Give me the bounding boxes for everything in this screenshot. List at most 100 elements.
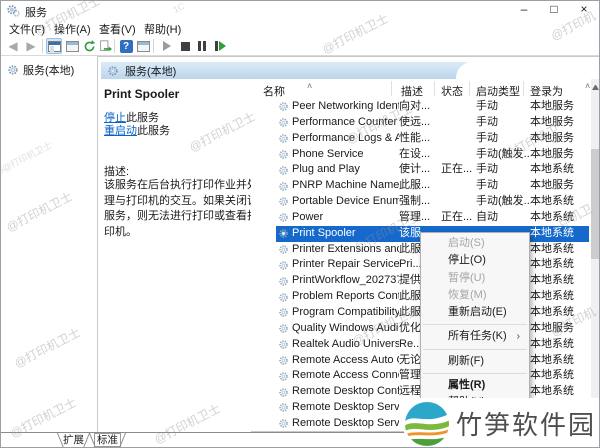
services-app-icon [7,5,20,17]
tree-item-label: 服务(本地) [23,65,75,77]
properties-window-icon[interactable] [64,38,80,54]
pane-header: 服务(本地) [101,62,591,79]
cell-logon: 本地系统 [530,195,574,208]
refresh-icon[interactable] [81,38,97,54]
restart-service-icon[interactable] [212,38,228,54]
close-button[interactable]: × [569,1,599,20]
cell-name: Printer Extensions and N... [276,242,399,258]
cell-desc: 使远... [399,115,431,128]
cell-logon: 本地系统 [530,369,574,382]
table-row[interactable]: Phone Service 在设... 手动(触发... 本地服务 [276,147,589,163]
menu-file[interactable]: 文件(F) [9,21,45,37]
col-header-name[interactable]: 名称 [263,83,285,99]
window-title: 服务 [25,7,47,19]
cell-startup: 手动 [476,115,498,128]
tab-extended[interactable]: 扩展 [57,433,90,447]
col-header-status[interactable]: 状态 [441,83,463,99]
site-logo: 竹笋软件园 [404,398,599,447]
tab-standard[interactable]: 标准 [89,433,126,447]
services-node-icon [108,66,118,76]
cell-name: Performance Counter DL... [276,115,399,131]
export-list-icon[interactable] [97,38,113,54]
table-row[interactable]: Performance Logs & Aler... 性能... 手动 本地服务 [276,131,589,147]
stop-service-link[interactable]: 停止 [104,112,126,124]
col-header-desc[interactable]: 描述 [401,83,423,99]
context-menu: 启动(S) 停止(O) 暂停(U) 恢复(M) 重新启动(E) 所有任务(K) › 刷新(F)… [420,232,530,415]
gear-icon [279,292,288,302]
gear-icon [279,356,288,365]
stop-service-icon[interactable] [177,38,193,54]
cell-logon: 本地服务 [530,115,574,128]
cell-name: Performance Logs & Aler... [276,131,399,147]
gear-icon [279,102,288,112]
cell-desc: 向对... [399,100,431,112]
gear-icon [279,419,288,429]
cell-logon: 本地系统 [530,337,574,350]
table-row[interactable]: Power 管理... 正在... 自动 本地系统 [276,210,589,226]
maximize-button[interactable]: □ [539,1,569,20]
menu-action[interactable]: 操作(A) [54,21,91,37]
gear-icon [279,387,288,397]
cell-name: Portable Device Enumera... [276,194,399,210]
menu-separator [423,373,527,375]
cell-desc: 使计... [399,163,431,176]
cell-desc: 管理... [399,210,431,223]
cell-logon: 本地系统 [530,210,574,223]
table-row[interactable]: PNRP Machine Name Pu... 此服... 手动 本地服务 [276,178,589,194]
menu-item[interactable]: 重新启动(E) [421,304,529,321]
col-header-startup[interactable]: 启动类型 [476,83,520,99]
cell-logon: 本地系统 [530,274,574,287]
scroll-up-icon[interactable] [592,85,599,90]
menu-item[interactable]: 所有任务(K) › [421,328,529,345]
scrollbar-thumb[interactable] [591,149,599,259]
menu-item[interactable]: 停止(O) [421,252,529,269]
menu-item[interactable]: 属性(R) [421,377,529,394]
stop-service-suffix: 此服务 [126,112,159,124]
cell-startup: 手动(触发... [476,195,530,208]
cell-name: Remote Access Connecti... [276,368,399,384]
minimize-button[interactable]: – [509,1,539,20]
tree-item-services-local[interactable]: 服务(本地) [7,62,74,78]
table-row[interactable]: Plug and Play 使计... 正在... 手动 本地系统 [276,162,589,178]
cell-desc: 此服... [399,179,431,192]
cell-name: Remote Desktop Services [276,400,399,416]
site-logo-icon [404,401,450,446]
gear-icon [279,181,288,191]
forward-icon[interactable]: ▶ [23,38,39,54]
gear-icon [279,213,288,223]
cell-logon: 本地系统 [530,226,574,239]
show-console-tree-icon[interactable] [46,38,62,54]
restart-service-link[interactable]: 重启动 [104,125,137,137]
menu-bar: 文件(F) 操作(A) 查看(V) 帮助(H) [1,20,599,36]
menu-help[interactable]: 帮助(H) [144,21,181,37]
table-row[interactable]: Performance Counter DL... 使远... 手动 本地服务 [276,115,589,131]
cell-name: Quality Windows Audio V... [276,321,399,337]
gear-icon [279,134,288,143]
table-row[interactable]: Peer Networking Identity... 向对... 手动 本地服… [276,99,589,115]
cell-logon: 本地服务 [530,179,574,192]
cell-name: Problem Reports Control... [276,289,399,305]
gear-icon [279,150,288,159]
menu-item[interactable]: 刷新(F) [421,353,529,370]
services-window: 服务 – □ × 文件(F) 操作(A) 查看(V) 帮助(H) ◀ ▶ ? 服… [0,0,600,448]
menu-view[interactable]: 查看(V) [99,21,136,37]
cell-logon: 本地系统 [530,305,574,318]
vertical-scrollbar[interactable] [591,79,599,432]
table-row[interactable]: Portable Device Enumera... 强制... 手动(触发..… [276,194,589,210]
start-service-icon[interactable] [159,38,175,54]
cell-name: Print Spooler [276,226,399,242]
cell-name: Remote Access Auto Con... [276,353,399,369]
show-action-pane-icon[interactable] [135,38,151,54]
help-icon[interactable]: ? [118,38,134,54]
pause-service-icon[interactable] [194,38,210,54]
cell-status [441,115,476,131]
cell-name: Remote Desktop Service... [276,416,399,432]
gear-icon [279,229,288,238]
col-header-logon[interactable]: 登录为 [530,83,563,99]
cell-name: PNRP Machine Name Pu... [276,178,399,194]
submenu-arrow-icon: › [516,331,520,343]
toolbar: ◀ ▶ ? [1,36,599,56]
gear-icon [279,372,288,381]
back-icon[interactable]: ◀ [5,38,21,54]
cell-status [441,99,476,115]
